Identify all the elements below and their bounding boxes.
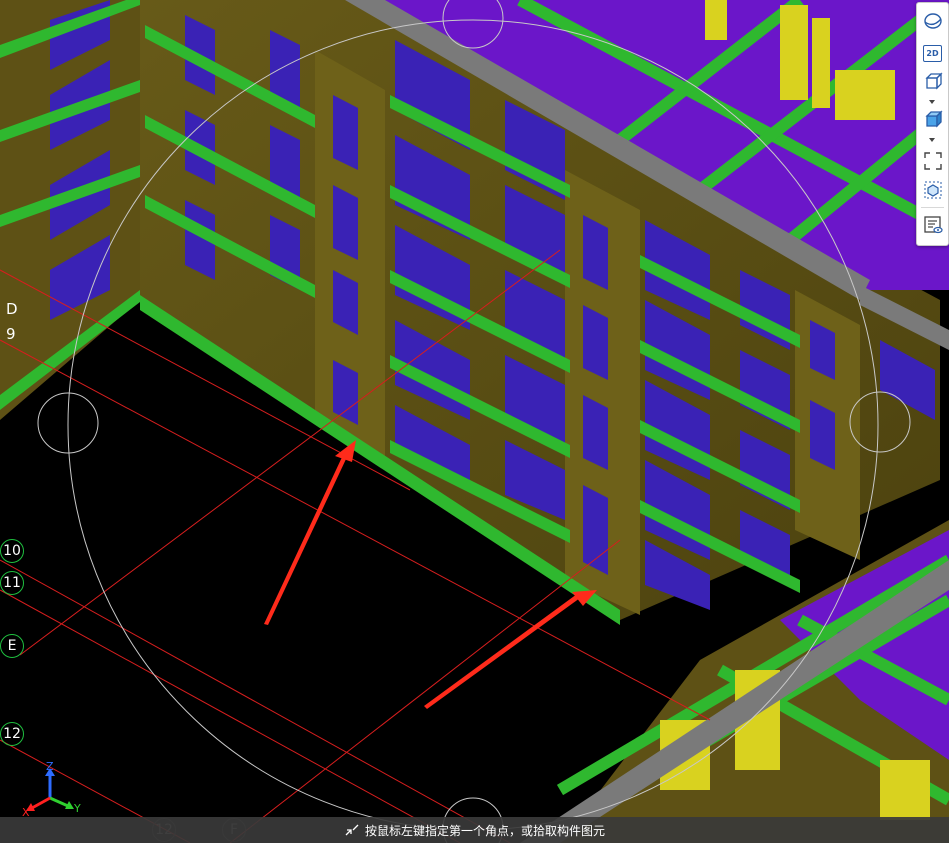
fit-extents-icon <box>923 152 942 170</box>
3d-view-button[interactable] <box>920 69 945 93</box>
3d-viewport[interactable]: D 9 10 11 E 12 12 F Z Y X <box>0 0 949 843</box>
grid-bubble-11[interactable]: 11 <box>0 571 24 595</box>
2d-view-button[interactable]: 2D <box>920 41 945 65</box>
command-prompt: 按鼠标左键指定第一个角点，或拾取构件图元 <box>344 817 605 843</box>
status-bar: 按鼠标左键指定第一个角点，或拾取构件图元 <box>0 817 949 843</box>
grid-label-9: 9 <box>6 325 16 343</box>
fit-extents-button[interactable] <box>920 149 945 173</box>
grid-label-d: D <box>6 300 18 318</box>
section-box-button[interactable] <box>920 178 945 202</box>
command-prompt-text: 按鼠标左键指定第一个角点，或拾取构件图元 <box>365 823 606 838</box>
display-settings-icon <box>923 216 943 234</box>
orbit-button[interactable] <box>920 9 945 33</box>
section-box-icon <box>924 181 941 199</box>
grid-bubble-10[interactable]: 10 <box>0 539 24 563</box>
3d-box-icon <box>924 72 943 90</box>
grid-bubble-12[interactable]: 12 <box>0 722 24 746</box>
shaded-view-dropdown-caret[interactable] <box>929 138 935 142</box>
toolbar-separator <box>921 207 944 208</box>
triad-y-label: Y <box>74 802 81 815</box>
view-toolbar: 2D <box>916 2 949 246</box>
orbit-icon <box>923 13 942 29</box>
grid-bubble-e[interactable]: E <box>0 634 24 658</box>
display-settings-button[interactable] <box>920 213 945 237</box>
shaded-cube-icon <box>924 110 943 128</box>
triad-z-label: Z <box>46 760 54 773</box>
shaded-view-button[interactable] <box>920 107 945 131</box>
axis-triad: Z Y X <box>20 760 90 820</box>
building-model-render <box>0 0 949 843</box>
3d-view-dropdown-caret[interactable] <box>929 100 935 104</box>
pick-cursor-icon <box>345 824 359 836</box>
2d-view-icon: 2D <box>923 44 942 62</box>
